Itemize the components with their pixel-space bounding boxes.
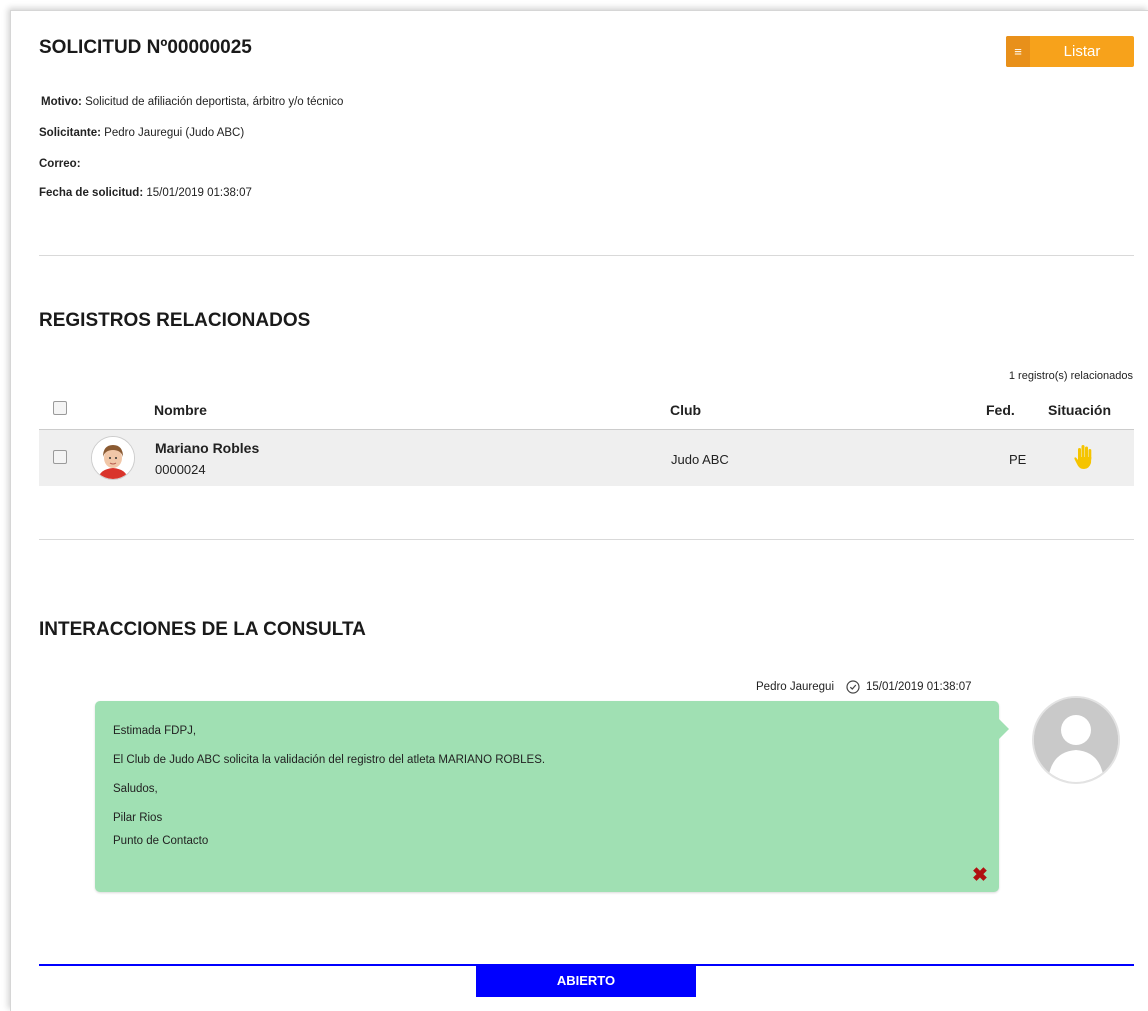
message-line: Pilar Rios [113, 812, 163, 824]
motivo-row: Motivo: Solicitud de afiliación deportis… [41, 96, 343, 108]
select-all-checkbox[interactable] [53, 401, 67, 415]
message-line: Estimada FDPJ, [113, 725, 197, 737]
interactions-heading: INTERACCIONES DE LA CONSULTA [39, 619, 366, 640]
motivo-value: Solicitud de afiliación deportista, árbi… [81, 96, 344, 108]
list-button[interactable]: ≡ Listar [1006, 36, 1134, 67]
message-author: Pedro Jauregui [756, 681, 834, 693]
table-header: Nombre Club Fed. Situación [39, 393, 1134, 430]
correo-row: Correo: [39, 158, 81, 170]
col-nombre[interactable]: Nombre [154, 402, 207, 418]
message-timestamp: 15/01/2019 01:38:07 [866, 681, 972, 693]
message-line: El Club de Judo ABC solicita la validaci… [113, 754, 546, 766]
related-count: 1 registro(s) relacionados [1008, 370, 1133, 382]
page-title: SOLICITUD Nº00000025 [39, 37, 252, 58]
table-row[interactable]: Mariano Robles 0000024 Judo ABC PE [39, 430, 1134, 486]
clock-icon [846, 680, 860, 694]
motivo-label: Motivo: [41, 96, 82, 108]
divider [39, 539, 1134, 540]
status-badge: ABIERTO [476, 964, 696, 997]
message-bubble: Estimada FDPJ, El Club de Judo ABC solic… [95, 701, 1009, 892]
message-line: Saludos, [113, 783, 158, 795]
list-icon: ≡ [1006, 36, 1030, 67]
user-avatar [1032, 696, 1120, 784]
request-panel: SOLICITUD Nº00000025 ≡ Listar Motivo: So… [10, 10, 1148, 1011]
hand-icon[interactable] [1074, 444, 1094, 470]
row-checkbox[interactable] [53, 450, 67, 464]
col-fed[interactable]: Fed. [986, 402, 1015, 418]
solicitante-row: Solicitante: Pedro Jauregui (Judo ABC) [39, 127, 244, 139]
fecha-row: Fecha de solicitud: 15/01/2019 01:38:07 [39, 187, 252, 199]
athlete-club: Judo ABC [671, 452, 729, 467]
message-meta: Pedro Jauregui 15/01/2019 01:38:07 [756, 680, 972, 694]
correo-label: Correo: [39, 158, 81, 170]
col-situacion[interactable]: Situación [1048, 402, 1111, 418]
message-line: Punto de Contacto [113, 835, 209, 847]
divider [39, 255, 1134, 256]
athlete-avatar [91, 436, 135, 480]
solicitante-value: Pedro Jauregui (Judo ABC) [100, 127, 245, 139]
delete-icon[interactable]: ✖ [972, 866, 988, 885]
list-button-label: Listar [1063, 43, 1101, 60]
fecha-value: 15/01/2019 01:38:07 [143, 187, 252, 199]
col-club[interactable]: Club [670, 402, 701, 418]
athlete-fed: PE [1009, 452, 1027, 467]
athlete-name[interactable]: Mariano Robles [155, 440, 259, 456]
fecha-label: Fecha de solicitud: [39, 187, 144, 199]
solicitante-label: Solicitante: [39, 127, 101, 139]
athlete-id: 0000024 [155, 462, 206, 477]
related-heading: REGISTROS RELACIONADOS [39, 310, 311, 331]
